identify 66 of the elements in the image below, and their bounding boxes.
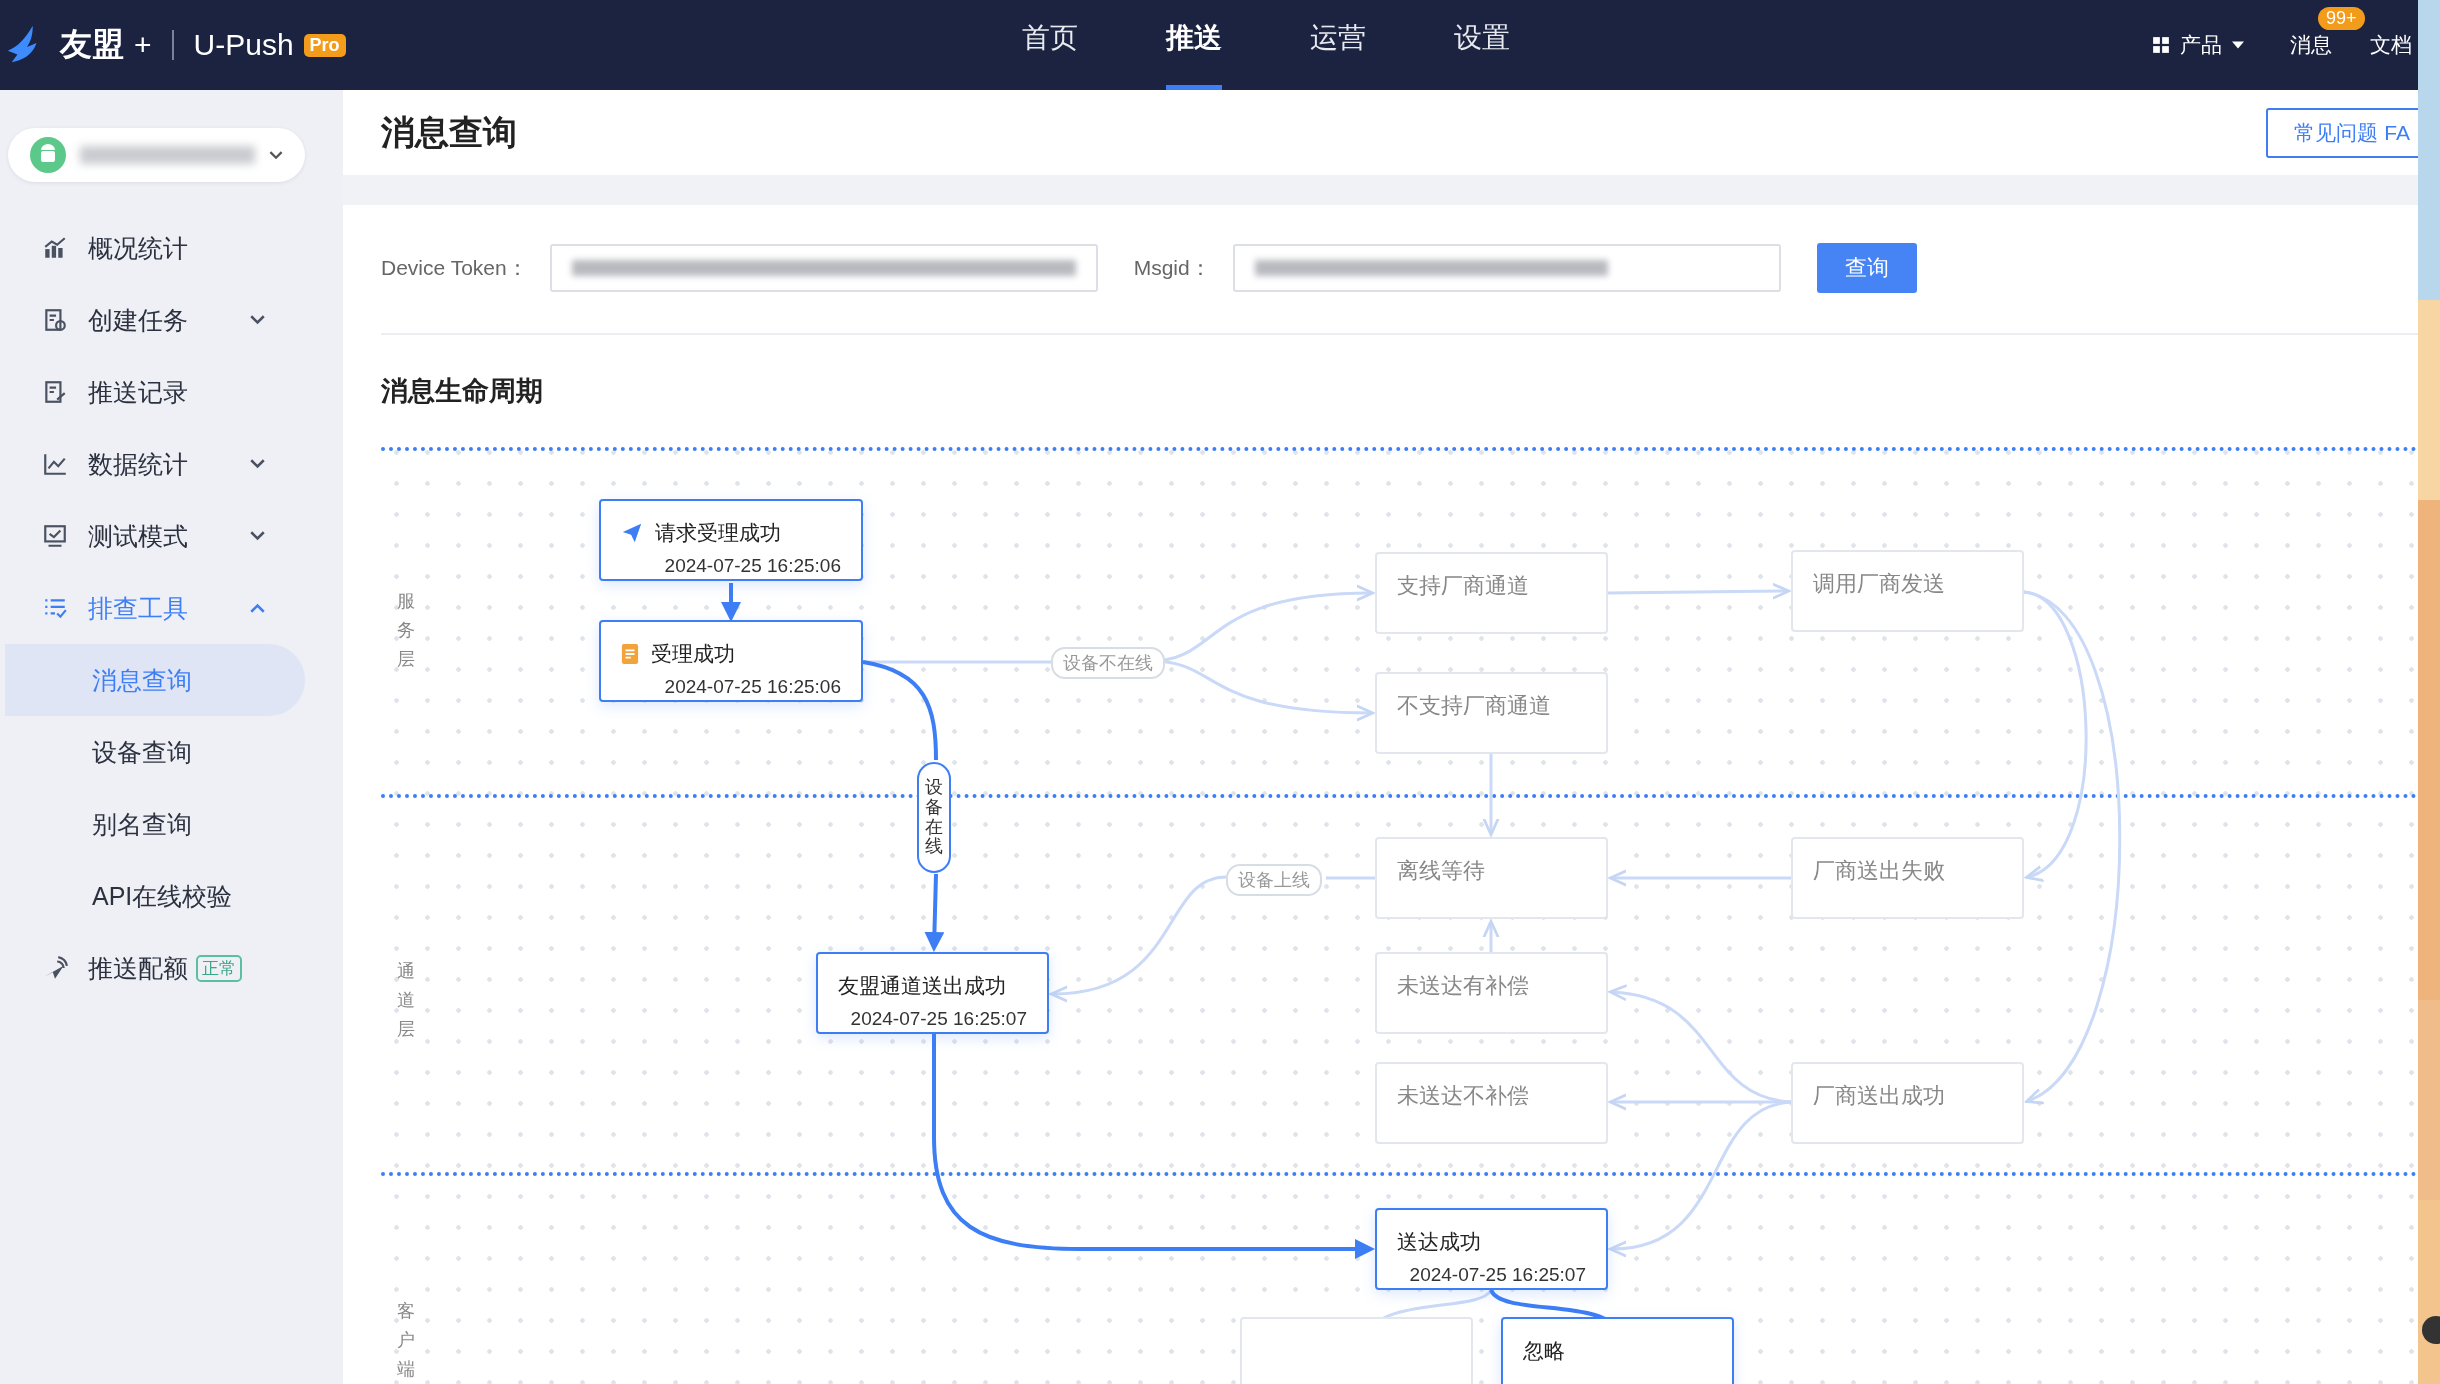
node-title: 调用厂商发送 bbox=[1813, 570, 1945, 598]
document-icon bbox=[621, 643, 639, 665]
node-time: 2024-07-25 16:25:07 bbox=[849, 1008, 1027, 1030]
edge-label: 设备在线 bbox=[917, 762, 951, 874]
android-icon bbox=[30, 137, 66, 173]
paper-plane-icon bbox=[621, 522, 643, 544]
node-title: 未送达有补偿 bbox=[1397, 972, 1529, 1000]
menu-icon bbox=[42, 307, 68, 333]
lane-label: 通道层 bbox=[397, 960, 415, 1041]
field-label: Device Token： bbox=[381, 255, 528, 281]
nav-tab[interactable]: 设置 bbox=[1454, 0, 1510, 90]
sidebar-item[interactable]: 测试模式 bbox=[0, 500, 343, 572]
node-title: 送达成功 bbox=[1397, 1229, 1481, 1255]
edge-label: 设备不在线 bbox=[1051, 647, 1165, 679]
node-time: 2024-07-25 16:25:07 bbox=[1408, 1264, 1586, 1286]
sidebar-item[interactable]: 概况统计 bbox=[0, 212, 343, 284]
brand-name: 友盟 bbox=[60, 25, 124, 64]
menu-icon bbox=[42, 235, 68, 261]
pro-badge: Pro bbox=[303, 33, 346, 57]
grid-icon[interactable] bbox=[2152, 36, 2170, 54]
node-title: 离线等待 bbox=[1397, 857, 1485, 885]
sidebar-item[interactable]: 推送配额 正常 bbox=[0, 932, 343, 1004]
nav-tab[interactable]: 运营 bbox=[1310, 0, 1366, 90]
sidebar-item[interactable]: 推送记录 bbox=[0, 356, 343, 428]
messages-link[interactable]: 消息 bbox=[2290, 33, 2332, 56]
node-title: 忽略 bbox=[1523, 1338, 1565, 1364]
caret-icon bbox=[2232, 41, 2244, 49]
node-title: 不支持厂商通道 bbox=[1397, 692, 1551, 720]
node-title: 支持厂商通道 bbox=[1397, 572, 1529, 600]
count-badge: 99+ bbox=[2318, 7, 2365, 30]
chevron-down-icon bbox=[269, 150, 283, 160]
docs-link[interactable]: 文档 bbox=[2370, 31, 2412, 59]
node-title: 受理成功 bbox=[651, 641, 735, 667]
query-button[interactable]: 查询 bbox=[1816, 243, 1917, 293]
connector-line bbox=[1326, 876, 1375, 880]
edge-label: 设备上线 bbox=[1226, 864, 1322, 896]
app-selector[interactable] bbox=[8, 128, 305, 182]
input-field[interactable] bbox=[549, 244, 1098, 292]
node-time: 2024-07-25 16:25:06 bbox=[663, 555, 841, 577]
node-title: 厂商送出成功 bbox=[1813, 1082, 1945, 1110]
submenu-item[interactable]: 别名查询 bbox=[5, 788, 305, 860]
input-field[interactable] bbox=[1232, 244, 1781, 292]
node-title: 请求受理成功 bbox=[655, 520, 781, 546]
node-title: 友盟通道送出成功 bbox=[838, 973, 1006, 999]
lane-label: 服务层 bbox=[397, 590, 415, 671]
submenu-item[interactable]: 设备查询 bbox=[5, 716, 305, 788]
menu-icon bbox=[42, 523, 68, 549]
node-title: 厂商送出失败 bbox=[1813, 857, 1945, 885]
section-title: 消息生命周期 bbox=[381, 375, 544, 408]
field-label: Msgid： bbox=[1133, 255, 1211, 281]
connector-arrow bbox=[1482, 919, 1500, 952]
sidebar-item[interactable]: 数据统计 bbox=[0, 428, 343, 500]
products-menu[interactable]: 产品 bbox=[2180, 31, 2222, 59]
page-title: 消息查询 bbox=[381, 111, 517, 153]
menu-icon bbox=[42, 379, 68, 405]
sidebar-item[interactable]: 创建任务 bbox=[0, 284, 343, 356]
faq-button[interactable]: 常见问题 FA bbox=[2266, 107, 2418, 158]
menu-icon bbox=[42, 451, 68, 477]
product-name: U-Push bbox=[193, 28, 294, 62]
node-title: 未送达不补偿 bbox=[1397, 1082, 1529, 1110]
node-time: 2024-07-25 16:25:06 bbox=[663, 676, 841, 698]
brand-plus: + bbox=[134, 28, 152, 62]
nav-tab[interactable]: 首页 bbox=[1022, 0, 1078, 90]
lane-label: 客户端 bbox=[397, 1300, 415, 1381]
submenu-item[interactable]: API在线校验 bbox=[5, 860, 305, 932]
status-tag: 正常 bbox=[196, 954, 242, 982]
